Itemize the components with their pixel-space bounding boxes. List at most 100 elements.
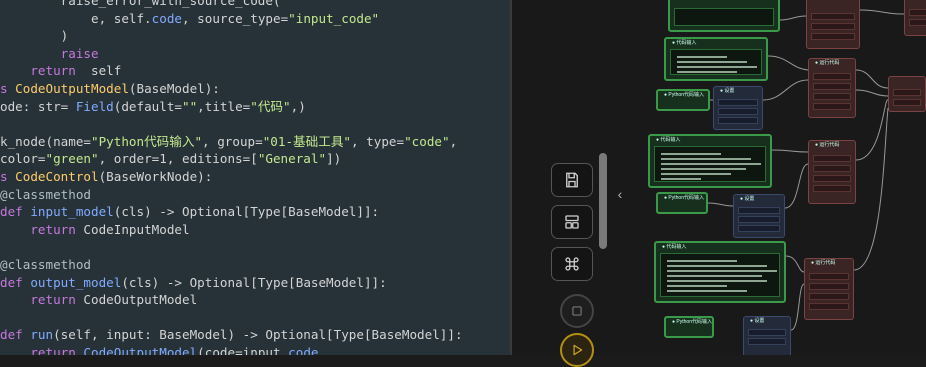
code-token: raise_error_with_source_code( (60, 0, 281, 8)
code-token: "General" (257, 151, 327, 167)
code-line[interactable] (0, 309, 463, 327)
code-line[interactable]: def run(self, input: BaseModel) -> Optio… (0, 326, 463, 344)
code-token: s (0, 168, 16, 184)
code-token: CodeOutputModel (15, 80, 129, 96)
code-token: "input_code" (288, 10, 380, 26)
code-line[interactable]: @classmethod (0, 256, 463, 274)
code-token: self (75, 63, 122, 79)
code-runner-node[interactable] (806, 0, 860, 49)
code-line[interactable]: raise_error_with_source_code( (0, 0, 463, 10)
code-token: (cls) -> Optional[Type[BaseModel]]: (121, 274, 387, 290)
code-token: (BaseModel): (128, 80, 220, 96)
stop-button[interactable] (560, 294, 594, 328)
output-node[interactable] (904, 0, 926, 36)
command-button[interactable] (551, 247, 593, 281)
code-line[interactable]: ) (0, 27, 463, 45)
save-icon (566, 172, 578, 188)
code-token: "代码" (250, 98, 291, 114)
code-token: raise (60, 45, 99, 61)
code-line[interactable]: ode: str= Field(default="",title="代码",) (0, 98, 463, 116)
code-runner-node[interactable]: ● 运行代码 (804, 258, 854, 320)
code-line[interactable] (0, 238, 463, 256)
code-runner-node[interactable]: ● 运行代码 (808, 58, 856, 118)
settings-node[interactable]: ● 设置 (743, 316, 791, 355)
code-line[interactable]: s CodeOutputModel(BaseModel): (0, 80, 463, 98)
code-token: , source_type= (182, 10, 289, 26)
collapse-panel-icon[interactable]: ‹ (612, 178, 628, 210)
code-line[interactable]: return CodeOutputModel(code=input.code (0, 344, 463, 355)
code-line[interactable]: return CodeOutputModel (0, 291, 463, 309)
code-token: color= (0, 151, 46, 167)
code-token: "code" (404, 133, 450, 149)
code-token: code (288, 344, 319, 355)
code-token: CodeOutputModel (75, 344, 198, 355)
code-token: Field (75, 98, 114, 114)
settings-node[interactable]: ● 设置 (713, 86, 763, 130)
code-token: return (30, 292, 76, 308)
code-token: "green" (45, 151, 99, 167)
code-token: "01-基础工具" (262, 133, 352, 149)
code-token: (code=input. (197, 344, 289, 355)
code-token: return (30, 344, 76, 355)
code-token: input_model (30, 204, 114, 220)
python-code-input-node[interactable]: ● 代码输入 (664, 37, 768, 81)
save-button[interactable] (551, 163, 593, 197)
python-input-small-node[interactable]: ● Python代码输入 (656, 192, 708, 214)
code-token: (default= (113, 98, 182, 114)
code-token: ode: str= (0, 98, 76, 114)
code-line[interactable]: return self (0, 62, 463, 80)
code-content[interactable]: raise_error_with_source_code( e, self.co… (0, 0, 463, 355)
code-token: return (30, 221, 76, 237)
code-line[interactable]: @classmethod (0, 186, 463, 204)
code-runner-node[interactable]: ● 运行代码 (808, 140, 856, 204)
code-line[interactable]: def output_model(cls) -> Optional[Type[B… (0, 274, 463, 292)
output-node[interactable] (888, 76, 926, 112)
settings-node[interactable]: ● 设置 (733, 194, 785, 238)
code-token: ) (0, 28, 69, 44)
code-line[interactable]: s CodeControl(BaseWorkNode): (0, 168, 463, 186)
code-token: def (0, 204, 31, 220)
code-token: s (0, 80, 16, 96)
code-token: "" (182, 98, 198, 114)
code-token: e, self. (0, 10, 152, 26)
code-token: ]) (326, 151, 342, 167)
code-token: (self, input: BaseModel) -> Optional[Typ… (53, 327, 463, 343)
python-input-small-node[interactable]: ● Python代码输入 (656, 89, 710, 111)
code-token: ,title= (197, 98, 251, 114)
code-token: , group= (202, 133, 263, 149)
command-icon (565, 257, 579, 271)
code-token: @classmethod (0, 256, 91, 272)
code-token: def (0, 274, 31, 290)
code-token: , type= (351, 133, 405, 149)
code-editor[interactable]: raise_error_with_source_code( e, self.co… (0, 0, 510, 355)
code-token: , (449, 133, 458, 149)
code-line[interactable]: def input_model(cls) -> Optional[Type[Ba… (0, 203, 463, 221)
run-button[interactable] (560, 333, 594, 367)
code-line[interactable]: e, self.code, source_type="input_code" (0, 10, 463, 28)
code-token: @classmethod (0, 186, 91, 202)
python-code-input-node[interactable]: ● 代码输入 (648, 134, 772, 188)
code-token: return (30, 63, 76, 79)
code-token: def (0, 327, 31, 343)
code-line[interactable]: k_node(name="Python代码输入", group="01-基础工具… (0, 133, 463, 151)
code-line[interactable]: return CodeInputModel (0, 221, 463, 239)
layout-icon (565, 215, 579, 229)
python-input-small-node[interactable]: ● Python代码输入 (664, 316, 714, 338)
python-code-input-node[interactable] (668, 0, 780, 32)
python-code-input-node[interactable]: ● 代码输入 (654, 241, 786, 303)
code-line[interactable]: raise (0, 45, 463, 63)
code-token: k_node(name= (0, 133, 91, 149)
code-token: code (151, 10, 182, 26)
canvas-scrollbar[interactable] (599, 153, 607, 249)
code-line[interactable]: color="green", order=1, editions=["Gener… (0, 150, 463, 168)
code-token: CodeInputModel (75, 221, 190, 237)
code-line[interactable] (0, 115, 463, 133)
layout-button[interactable] (551, 205, 593, 239)
stop-icon (572, 306, 582, 316)
